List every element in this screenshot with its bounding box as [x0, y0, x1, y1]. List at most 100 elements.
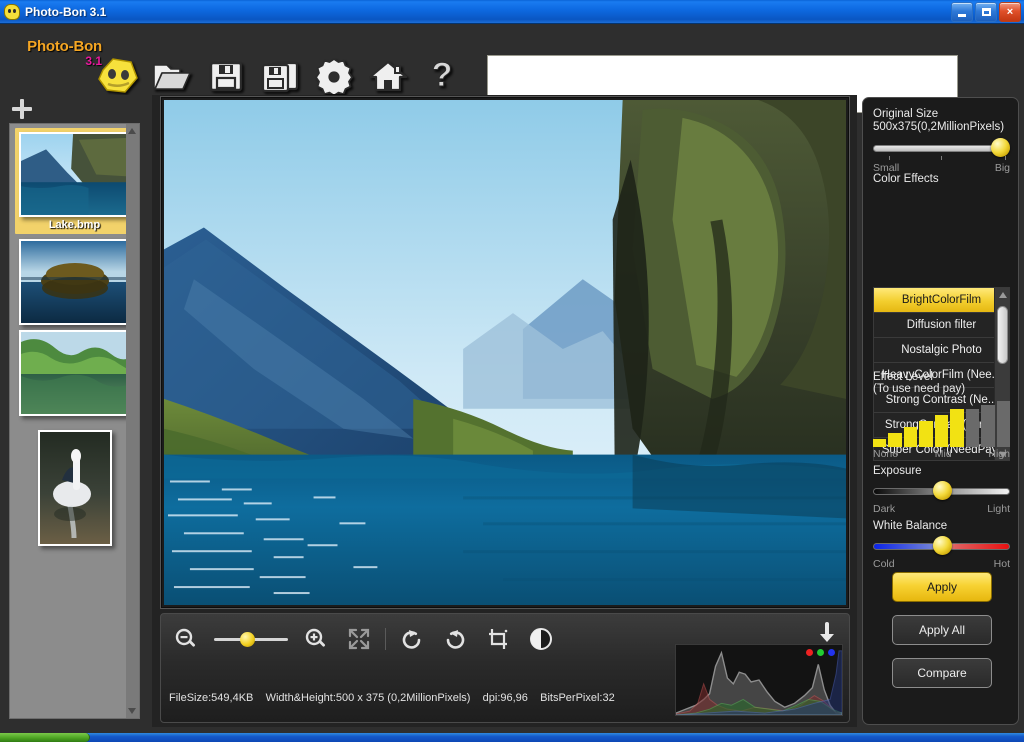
size-slider-knob[interactable] [991, 138, 1010, 157]
effect-level-bar[interactable] [919, 421, 933, 447]
zoom-out-icon[interactable] [169, 622, 203, 656]
os-taskbar[interactable] [0, 733, 1024, 742]
exposure-max-label: Light [987, 503, 1010, 515]
effect-item-nostalgic-photo[interactable]: Nostalgic Photo [874, 338, 1009, 363]
effect-level-bar[interactable] [996, 401, 1010, 447]
brand-version: 3.1 [85, 54, 102, 68]
start-button[interactable] [0, 733, 90, 742]
color-effects-title: Color Effects [873, 173, 939, 185]
exposure-slider-knob[interactable] [933, 481, 952, 500]
color-effects-title-wrap: Color Effects [873, 173, 1010, 185]
viewer-toolbar-panel: FileSize:549,4KB Width&Height:500 x 375 … [160, 613, 850, 742]
effect-level-title: Effect Level [873, 371, 933, 383]
histogram [675, 644, 843, 716]
thumbnail-image [37, 430, 112, 546]
brand-logo: Photo-Bon 3.1 [12, 38, 102, 68]
title-bar: Photo-Bon 3.1 × [0, 0, 1024, 24]
original-size-value: 500x375(0,2MillionPixels) [873, 121, 1005, 133]
brand-name: Photo-Bon [27, 38, 102, 55]
close-button[interactable]: × [999, 2, 1021, 22]
effect-item-brightcolorfilm[interactable]: BrightColorFilm [874, 288, 1009, 313]
exposure-section: Exposure Dark Light [873, 465, 1010, 515]
open-folder-icon[interactable] [150, 54, 194, 98]
white-balance-min-label: Cold [873, 558, 895, 570]
crop-icon[interactable] [481, 622, 515, 656]
effect-level-bar[interactable] [965, 409, 980, 447]
fit-to-screen-icon[interactable] [342, 622, 376, 656]
effects-panel: Original Size 500x375(0,2MillionPixels) … [862, 97, 1019, 725]
save-as-icon[interactable] [258, 54, 302, 98]
effects-scrollbar-thumb[interactable] [997, 306, 1008, 364]
window-title: Photo-Bon 3.1 [25, 4, 107, 19]
effect-level-max-label: High [988, 448, 1010, 460]
zoom-slider[interactable] [212, 622, 290, 656]
thumbnail-image [18, 330, 131, 416]
rotate-right-icon[interactable] [438, 622, 472, 656]
effect-item-diffusion-filter[interactable]: Diffusion filter [874, 313, 1009, 338]
histogram-blue-dot[interactable] [828, 649, 835, 656]
apply-button[interactable]: Apply [892, 572, 992, 602]
toolbar-divider [385, 628, 386, 650]
list-item[interactable] [37, 430, 112, 546]
settings-gear-icon[interactable] [312, 54, 356, 98]
white-balance-labels: Cold Hot [873, 558, 1010, 570]
white-balance-title: White Balance [873, 520, 948, 532]
home-icon[interactable] [366, 54, 410, 98]
effect-level-subtitle: (To use need pay) [873, 383, 966, 395]
compare-button[interactable]: Compare [892, 658, 992, 688]
exposure-labels: Dark Light [873, 503, 1010, 515]
effect-level-labels: None Mid High [873, 448, 1010, 460]
save-icon[interactable] [204, 54, 248, 98]
zoom-in-icon[interactable] [299, 622, 333, 656]
rotate-left-icon[interactable] [395, 622, 429, 656]
thumbnail-list[interactable]: Lake.bmp [9, 123, 140, 719]
help-icon[interactable]: ? [420, 54, 464, 98]
smiley-icon [4, 3, 20, 20]
file-info-line-1: FileSize:549,4KB Width&Height:500 x 375 … [169, 692, 615, 704]
exposure-slider[interactable] [873, 481, 1010, 500]
effect-level-bar[interactable] [888, 433, 902, 447]
window-controls: × [951, 2, 1021, 22]
contrast-icon[interactable] [524, 622, 558, 656]
thumbnail-scrollbar[interactable] [126, 124, 139, 718]
list-item[interactable] [18, 239, 131, 325]
effect-level-bars[interactable] [873, 401, 1010, 447]
viewer-pane: FileSize:549,4KB Width&Height:500 x 375 … [152, 95, 857, 742]
effect-level-section: Effect Level (To use need pay) None Mid … [873, 371, 1010, 460]
effect-level-bar[interactable] [873, 438, 887, 447]
viewer-tools [169, 618, 558, 660]
toolbar-icon-row: ? [96, 54, 464, 98]
size-slider[interactable] [873, 138, 1010, 157]
white-balance-slider[interactable] [873, 536, 1010, 555]
thumbnail-image [18, 132, 131, 217]
list-item[interactable] [18, 330, 131, 416]
thumbnail-image [18, 239, 131, 325]
main-toolbar: Photo-Bon 3.1 ? [0, 24, 1024, 113]
histogram-red-dot[interactable] [806, 649, 813, 656]
zoom-slider-knob[interactable] [240, 632, 255, 647]
exposure-min-label: Dark [873, 503, 896, 515]
image-canvas[interactable] [160, 96, 850, 609]
scroll-up-icon[interactable] [128, 128, 136, 134]
white-balance-section: White Balance Cold Hot [873, 520, 1010, 570]
size-slider-ticks [873, 156, 1010, 161]
effect-level-bar[interactable] [981, 405, 995, 447]
maximize-button[interactable] [975, 2, 997, 22]
white-balance-slider-knob[interactable] [933, 536, 952, 555]
effects-scroll-up-icon[interactable] [998, 292, 1007, 298]
scroll-down-icon[interactable] [128, 708, 136, 714]
apply-all-button[interactable]: Apply All [892, 615, 992, 645]
original-size-title: Original Size [873, 108, 939, 120]
add-image-button[interactable] [12, 99, 32, 119]
mascot-icon[interactable] [96, 54, 140, 98]
minimize-button[interactable] [951, 2, 973, 22]
effect-level-bar[interactable] [934, 414, 949, 447]
list-item[interactable]: Lake.bmp [14, 128, 135, 234]
file-info: FileSize:549,4KB Width&Height:500 x 375 … [169, 662, 689, 742]
effect-level-bar[interactable] [903, 427, 918, 447]
white-balance-max-label: Hot [993, 558, 1010, 570]
svg-text:?: ? [432, 58, 453, 94]
histogram-green-dot[interactable] [817, 649, 824, 656]
effect-level-bar[interactable] [950, 409, 964, 447]
histogram-channel-dots [806, 649, 835, 656]
